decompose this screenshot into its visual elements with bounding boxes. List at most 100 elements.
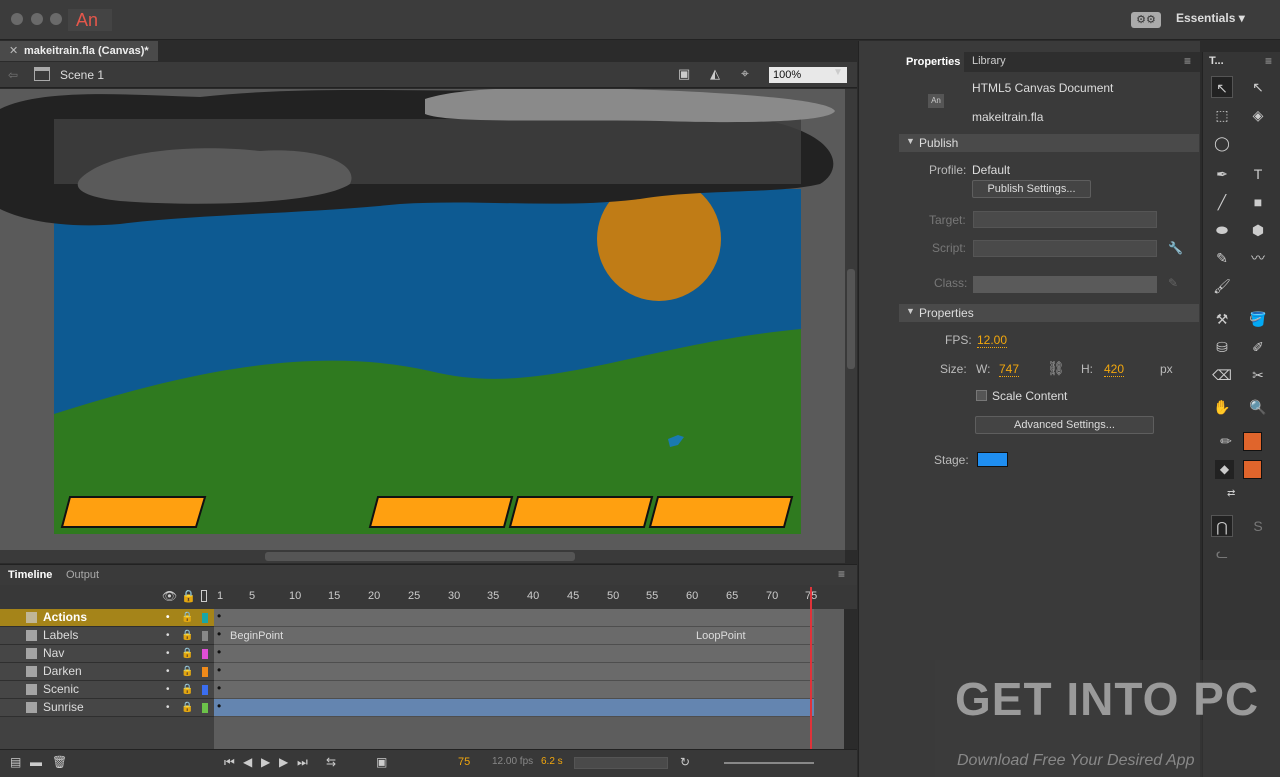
show-hide-icon[interactable]: 👁 <box>162 589 177 603</box>
script-select[interactable] <box>973 240 1157 257</box>
properties-section-header[interactable]: Properties <box>899 304 1199 322</box>
nav-button-2[interactable] <box>368 496 514 528</box>
stage-area[interactable] <box>0 89 845 550</box>
close-window-button[interactable] <box>11 13 23 25</box>
layer-color-swatch[interactable] <box>202 613 208 623</box>
polystar-tool-icon[interactable]: ⬢ <box>1247 219 1269 241</box>
smooth-icon[interactable]: S <box>1247 515 1269 537</box>
lock-icon[interactable]: 🔒 <box>181 663 193 680</box>
fill-color-swatch[interactable] <box>1243 460 1262 479</box>
visibility-dot-icon[interactable]: • <box>166 627 170 644</box>
vertical-scroll-thumb[interactable] <box>847 269 855 369</box>
straighten-icon[interactable]: ᓚ <box>1211 542 1233 564</box>
visibility-dot-icon[interactable]: • <box>166 609 170 626</box>
step-back-icon[interactable]: ◀ <box>243 755 252 769</box>
panel-menu-icon[interactable]: ≡ <box>1265 54 1272 68</box>
new-folder-icon[interactable]: ▬ <box>30 755 42 769</box>
text-tool-icon[interactable]: T <box>1247 163 1269 185</box>
stage-color-swatch[interactable] <box>977 452 1008 467</box>
sync-settings-icon[interactable]: ⚙⚙ <box>1131 12 1161 28</box>
frame-row[interactable]: • <box>214 645 814 663</box>
visibility-dot-icon[interactable]: • <box>166 699 170 716</box>
panel-menu-icon[interactable]: ≡ <box>1184 54 1191 68</box>
layer-color-swatch[interactable] <box>202 667 208 677</box>
loop-icon[interactable]: ⇆ <box>326 755 336 769</box>
fps-value[interactable]: 12.00 <box>977 333 1008 348</box>
frame-ruler[interactable]: 151015202530354045505560657075 <box>214 585 817 609</box>
lock-icon[interactable]: 🔒 <box>181 681 193 698</box>
height-value[interactable]: 420 <box>1104 362 1125 377</box>
lasso-tool-icon[interactable]: ◯ <box>1211 132 1233 154</box>
lock-icon[interactable]: 🔒 <box>181 627 193 644</box>
document-tab[interactable]: makeitrain.fla (Canvas)* <box>0 41 158 61</box>
visibility-dot-icon[interactable]: • <box>166 681 170 698</box>
rectangle-tool-icon[interactable]: ■ <box>1247 191 1269 213</box>
layer-row[interactable]: Nav • 🔒 <box>0 645 214 663</box>
outline-icon[interactable] <box>201 590 207 602</box>
pen-tool-icon[interactable]: ✒ <box>1211 163 1233 185</box>
zoom-tool-icon[interactable]: 🔍 <box>1247 396 1269 418</box>
lock-icon[interactable]: 🔒 <box>181 609 193 626</box>
current-frame[interactable]: 75 <box>458 756 470 768</box>
layer-row[interactable]: Scenic • 🔒 <box>0 681 214 699</box>
horizontal-scroll-thumb[interactable] <box>265 552 575 561</box>
scale-content-checkbox[interactable] <box>976 390 987 401</box>
publish-settings-button[interactable]: Publish Settings... <box>972 180 1091 198</box>
brush-tool-icon[interactable]: 🖌 <box>1211 275 1233 297</box>
width-value[interactable]: 747 <box>999 362 1020 377</box>
elapsed-time[interactable]: 6.2 s <box>541 756 563 767</box>
nav-button-4[interactable] <box>648 496 794 528</box>
layer-color-swatch[interactable] <box>202 649 208 659</box>
layer-row[interactable]: Actions • 🔒 <box>0 609 214 627</box>
layer-color-swatch[interactable] <box>202 631 208 641</box>
oval-tool-icon[interactable]: ⬬ <box>1211 219 1233 241</box>
frame-row[interactable]: • <box>214 699 814 717</box>
frame-size-slider[interactable] <box>724 762 814 764</box>
lock-icon[interactable]: 🔒 <box>181 645 193 662</box>
workspace-switcher[interactable]: Essentials ▾ <box>1176 11 1245 25</box>
class-field[interactable] <box>973 276 1157 293</box>
panel-menu-icon[interactable]: ≡ <box>838 567 845 581</box>
playhead[interactable] <box>810 587 812 749</box>
layer-row[interactable]: Sunrise • 🔒 <box>0 699 214 717</box>
publish-section-header[interactable]: Publish <box>899 134 1199 152</box>
back-arrow-icon[interactable]: ⇦ <box>8 68 18 82</box>
center-stage-icon[interactable]: ⌖ <box>741 65 749 82</box>
advanced-settings-button[interactable]: Advanced Settings... <box>975 416 1154 434</box>
wrench-icon[interactable]: 🔧 <box>1168 241 1183 255</box>
nav-button-1[interactable] <box>60 496 207 528</box>
tab-properties[interactable]: Properties <box>898 52 964 72</box>
frame-rate[interactable]: 12.00 fps <box>492 756 533 767</box>
vertical-scrollbar[interactable] <box>845 89 857 550</box>
zoom-dropdown-icon[interactable]: ▼ <box>833 67 843 78</box>
layer-color-swatch[interactable] <box>202 703 208 713</box>
lock-icon[interactable]: 🔒 <box>181 699 193 716</box>
visibility-dot-icon[interactable]: • <box>166 645 170 662</box>
last-frame-icon[interactable]: ⏭ <box>297 755 308 770</box>
line-tool-icon[interactable]: ╱ <box>1211 191 1233 213</box>
edit-symbols-icon[interactable]: ◭ <box>710 66 720 82</box>
subselection-tool-icon[interactable]: ↖ <box>1247 76 1269 98</box>
paint-brush-tool-icon[interactable]: 〰 <box>1247 247 1269 269</box>
tab-output[interactable]: Output <box>66 569 99 581</box>
horizontal-scrollbar[interactable] <box>0 550 845 563</box>
selection-tool-icon[interactable]: ↖ <box>1211 76 1233 98</box>
hand-tool-icon[interactable]: ✋ <box>1211 396 1233 418</box>
3d-rotation-tool-icon[interactable]: ◈ <box>1247 104 1269 126</box>
center-frame-icon[interactable]: ↻ <box>680 755 690 769</box>
width-tool-icon[interactable]: ✂ <box>1247 364 1269 386</box>
nav-button-3[interactable] <box>508 496 654 528</box>
onion-skin-icon[interactable]: ▣ <box>376 755 387 769</box>
trash-icon[interactable]: 🗑 <box>52 755 67 769</box>
edit-scene-icon[interactable]: ▣ <box>678 66 690 82</box>
close-tab-icon[interactable]: ✕ <box>9 41 18 61</box>
frame-row[interactable]: • <box>214 609 814 627</box>
first-frame-icon[interactable]: ⏮ <box>224 755 235 770</box>
snap-magnet-icon[interactable]: ⋂ <box>1211 515 1233 537</box>
tab-timeline[interactable]: Timeline <box>8 569 52 581</box>
frame-row[interactable]: • <box>214 663 814 681</box>
pencil-icon[interactable]: ✎ <box>1168 276 1178 290</box>
lock-icon[interactable]: 🔒 <box>181 589 196 603</box>
stage-canvas[interactable] <box>0 89 845 550</box>
layer-row[interactable]: Labels • 🔒 <box>0 627 214 645</box>
